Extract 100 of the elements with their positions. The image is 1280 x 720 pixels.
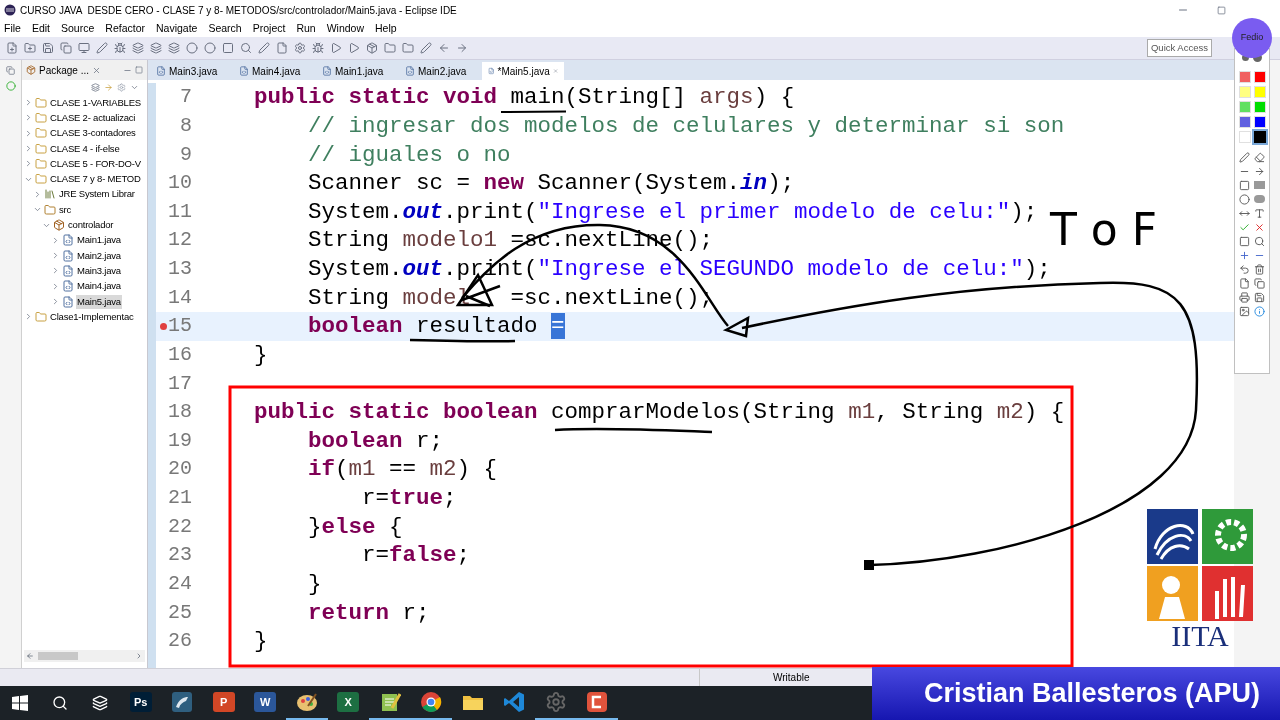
restore-icon[interactable] <box>6 66 15 75</box>
print-icon[interactable] <box>1239 292 1250 303</box>
taskbar-app[interactable]: Ps <box>120 686 162 720</box>
tree-item[interactable]: controlador <box>67 218 115 232</box>
taskbar-app[interactable]: P <box>203 686 245 720</box>
expand-chevron-icon[interactable] <box>51 251 60 261</box>
tree-item[interactable]: Main1.java <box>76 233 122 248</box>
expand-chevron-icon[interactable] <box>33 189 42 199</box>
tree-item[interactable]: Main4.java <box>76 279 122 294</box>
menu-item[interactable]: Window <box>326 20 365 37</box>
filters-icon[interactable] <box>117 83 126 92</box>
run-icon[interactable] <box>330 42 342 54</box>
task-view-icon[interactable] <box>92 695 108 711</box>
circle-icon[interactable] <box>204 42 216 54</box>
tree-item[interactable]: CLASE 2- actualizaci <box>49 110 137 125</box>
menu-item[interactable]: Refactor <box>105 20 145 37</box>
menu-item[interactable]: Source <box>61 20 95 37</box>
tree-item[interactable]: JRE System Librar <box>58 187 136 202</box>
menu-item[interactable]: Project <box>252 20 286 37</box>
scroll-right-icon[interactable] <box>135 652 143 660</box>
new-file-icon[interactable] <box>6 42 18 54</box>
close-icon[interactable] <box>1254 222 1265 233</box>
color-swatch[interactable] <box>1253 86 1266 98</box>
menu-item[interactable]: Help <box>375 20 397 37</box>
selection-icon[interactable] <box>1239 236 1250 247</box>
forward-icon[interactable] <box>456 42 468 54</box>
color-swatch[interactable] <box>1238 101 1251 113</box>
save-icon[interactable] <box>1254 292 1265 303</box>
scroll-left-icon[interactable] <box>26 652 34 660</box>
pen-icon[interactable] <box>258 42 270 54</box>
circle-icon[interactable] <box>186 42 198 54</box>
run-icon[interactable] <box>348 42 360 54</box>
close-icon[interactable] <box>92 65 102 75</box>
back-icon[interactable] <box>438 42 450 54</box>
expand-chevron-icon[interactable] <box>24 144 33 154</box>
menu-item[interactable]: File <box>4 20 21 37</box>
color-swatch[interactable] <box>1238 131 1251 143</box>
info-icon[interactable] <box>1254 306 1265 317</box>
zoom-icon[interactable] <box>1254 236 1265 247</box>
gear-icon[interactable] <box>294 42 306 54</box>
quick-access-field[interactable]: Quick Access <box>1146 38 1212 58</box>
double-arrow-icon[interactable] <box>1239 208 1250 219</box>
bug-icon[interactable] <box>312 42 324 54</box>
folder-icon[interactable] <box>402 42 414 54</box>
expand-chevron-icon[interactable] <box>24 159 33 169</box>
tree-item[interactable]: CLASE 1-VARIABLES <box>49 95 142 110</box>
tree-item[interactable]: Main5.java <box>76 294 122 309</box>
square-icon[interactable] <box>222 42 234 54</box>
horizontal-scrollbar[interactable] <box>24 650 145 662</box>
rectangle-icon[interactable] <box>1239 180 1250 191</box>
undo-icon[interactable] <box>1239 264 1250 275</box>
color-swatch[interactable] <box>1253 101 1266 113</box>
check-icon[interactable] <box>1239 222 1250 233</box>
tree-item[interactable]: Clase1-Implementac <box>49 309 135 324</box>
layers-icon[interactable] <box>168 42 180 54</box>
color-swatch[interactable] <box>1253 131 1266 143</box>
monitor-icon[interactable] <box>78 42 90 54</box>
link-editor-icon[interactable] <box>104 83 113 92</box>
collapse-all-icon[interactable] <box>91 83 100 92</box>
menu-item[interactable]: Run <box>296 20 316 37</box>
taskbar-app[interactable]: X <box>327 686 369 720</box>
copy-icon[interactable] <box>1254 278 1265 289</box>
trash-icon[interactable] <box>1254 264 1265 275</box>
menu-item[interactable]: Edit <box>31 20 50 37</box>
menu-item[interactable]: Navigate <box>156 20 198 37</box>
package-icon[interactable] <box>366 42 378 54</box>
eraser-icon[interactable] <box>1254 152 1265 163</box>
tree-item[interactable]: Main3.java <box>76 263 122 278</box>
windows-start-icon[interactable] <box>12 695 28 711</box>
expand-chevron-icon[interactable] <box>24 128 33 138</box>
color-swatch[interactable] <box>1253 71 1266 83</box>
tree-item[interactable]: Main2.java <box>76 248 122 263</box>
color-swatch[interactable] <box>1238 86 1251 98</box>
file-icon[interactable] <box>276 42 288 54</box>
pen-icon[interactable] <box>420 42 432 54</box>
status-circle-icon[interactable] <box>5 81 16 91</box>
text-tool-icon[interactable] <box>1254 208 1265 219</box>
pen-icon[interactable] <box>1239 152 1250 163</box>
arrow-icon[interactable] <box>1254 166 1265 177</box>
menu-item[interactable]: Search <box>208 20 242 37</box>
expand-chevron-icon[interactable] <box>24 113 33 123</box>
save-icon[interactable] <box>42 42 54 54</box>
tree-item[interactable]: CLASE 3-contadores <box>49 126 137 141</box>
editor-tab[interactable]: *Main5.java <box>482 62 564 80</box>
view-menu-icon[interactable] <box>130 83 139 92</box>
color-swatch[interactable] <box>1238 116 1251 128</box>
restore-icon[interactable] <box>1217 5 1226 15</box>
new-page-icon[interactable] <box>1239 278 1250 289</box>
maximize-icon[interactable] <box>135 66 143 74</box>
expand-chevron-icon[interactable] <box>51 266 60 276</box>
pen-icon[interactable] <box>96 42 108 54</box>
ellipse-icon[interactable] <box>1239 194 1250 205</box>
layers-icon[interactable] <box>132 42 144 54</box>
expand-chevron-icon[interactable] <box>24 312 33 322</box>
expand-chevron-icon[interactable] <box>51 297 60 306</box>
tree-item[interactable]: CLASE 7 y 8- METOD <box>49 172 142 187</box>
new-folder-icon[interactable] <box>24 42 36 54</box>
tree-item[interactable]: CLASE 4 - if-else <box>49 141 121 156</box>
save-all-icon[interactable] <box>60 42 72 54</box>
bug-icon[interactable] <box>114 42 126 54</box>
